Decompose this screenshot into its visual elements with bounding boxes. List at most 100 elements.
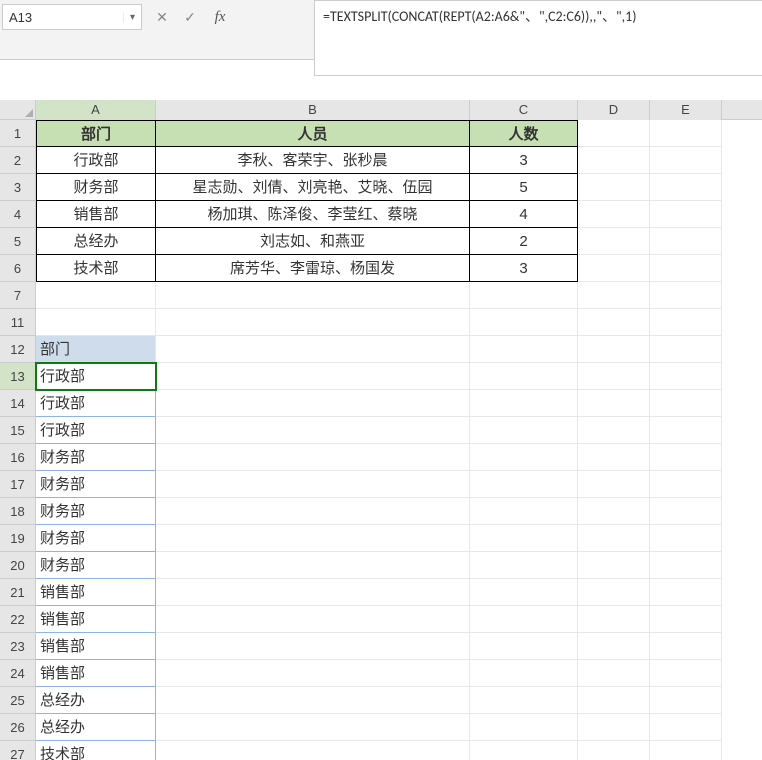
- cell-E20[interactable]: [650, 552, 722, 579]
- cell-C26[interactable]: [470, 714, 578, 741]
- cell-B25[interactable]: [156, 687, 470, 714]
- cell-B1[interactable]: 人员: [156, 120, 470, 147]
- cell-C4[interactable]: 4: [470, 201, 578, 228]
- row-header[interactable]: 3: [0, 174, 36, 201]
- cell-A4[interactable]: 销售部: [36, 201, 156, 228]
- cell-A24[interactable]: 销售部: [36, 660, 156, 687]
- cell-B17[interactable]: [156, 471, 470, 498]
- cell-C16[interactable]: [470, 444, 578, 471]
- cell-A7[interactable]: [36, 282, 156, 309]
- cell-D19[interactable]: [578, 525, 650, 552]
- cell-B4[interactable]: 杨加琪、陈泽俊、李莹红、蔡晓: [156, 201, 470, 228]
- cell-E22[interactable]: [650, 606, 722, 633]
- col-header-C[interactable]: C: [470, 100, 578, 120]
- col-header-A[interactable]: A: [36, 100, 156, 120]
- cell-E12[interactable]: [650, 336, 722, 363]
- cell-B14[interactable]: [156, 390, 470, 417]
- cell-C22[interactable]: [470, 606, 578, 633]
- row-header[interactable]: 13: [0, 363, 36, 390]
- cell-D21[interactable]: [578, 579, 650, 606]
- row-header[interactable]: 21: [0, 579, 36, 606]
- cell-E14[interactable]: [650, 390, 722, 417]
- cell-A6[interactable]: 技术部: [36, 255, 156, 282]
- row-header[interactable]: 7: [0, 282, 36, 309]
- row-header[interactable]: 2: [0, 147, 36, 174]
- cell-D5[interactable]: [578, 228, 650, 255]
- cell-D3[interactable]: [578, 174, 650, 201]
- cell-A16[interactable]: 财务部: [36, 444, 156, 471]
- cell-E6[interactable]: [650, 255, 722, 282]
- cell-A22[interactable]: 销售部: [36, 606, 156, 633]
- cell-D17[interactable]: [578, 471, 650, 498]
- cell-B15[interactable]: [156, 417, 470, 444]
- row-header[interactable]: 16: [0, 444, 36, 471]
- row-header[interactable]: 19: [0, 525, 36, 552]
- cell-A25[interactable]: 总经办: [36, 687, 156, 714]
- cell-C2[interactable]: 3: [470, 147, 578, 174]
- fx-icon[interactable]: fx: [208, 9, 232, 26]
- row-header[interactable]: 18: [0, 498, 36, 525]
- row-header[interactable]: 22: [0, 606, 36, 633]
- cell-B19[interactable]: [156, 525, 470, 552]
- cell-A2[interactable]: 行政部: [36, 147, 156, 174]
- cell-C27[interactable]: [470, 741, 578, 760]
- col-header-D[interactable]: D: [578, 100, 650, 120]
- cell-B11[interactable]: [156, 309, 470, 336]
- cell-E18[interactable]: [650, 498, 722, 525]
- cell-A1[interactable]: 部门: [36, 120, 156, 147]
- cell-A23[interactable]: 销售部: [36, 633, 156, 660]
- cell-E2[interactable]: [650, 147, 722, 174]
- cell-A13[interactable]: 行政部: [36, 363, 156, 390]
- cell-E23[interactable]: [650, 633, 722, 660]
- cell-A21[interactable]: 销售部: [36, 579, 156, 606]
- name-box-dropdown-icon[interactable]: ▾: [123, 12, 141, 23]
- accept-icon[interactable]: ✓: [180, 9, 200, 26]
- cell-D22[interactable]: [578, 606, 650, 633]
- row-header[interactable]: 6: [0, 255, 36, 282]
- cell-D12[interactable]: [578, 336, 650, 363]
- cell-C18[interactable]: [470, 498, 578, 525]
- cell-A19[interactable]: 财务部: [36, 525, 156, 552]
- spreadsheet-grid[interactable]: A B C D E 1 部门 人员 人数 2 行政部 李秋、客荣宇、张秒晨 3 …: [0, 100, 762, 760]
- row-header[interactable]: 20: [0, 552, 36, 579]
- cancel-icon[interactable]: ✕: [152, 9, 172, 26]
- cell-E13[interactable]: [650, 363, 722, 390]
- cell-C25[interactable]: [470, 687, 578, 714]
- cell-C6[interactable]: 3: [470, 255, 578, 282]
- cell-D26[interactable]: [578, 714, 650, 741]
- row-header[interactable]: 5: [0, 228, 36, 255]
- cell-B7[interactable]: [156, 282, 470, 309]
- cell-B12[interactable]: [156, 336, 470, 363]
- cell-A26[interactable]: 总经办: [36, 714, 156, 741]
- cell-B26[interactable]: [156, 714, 470, 741]
- cell-C14[interactable]: [470, 390, 578, 417]
- row-header[interactable]: 1: [0, 120, 36, 147]
- cell-A3[interactable]: 财务部: [36, 174, 156, 201]
- cell-A18[interactable]: 财务部: [36, 498, 156, 525]
- row-header[interactable]: 11: [0, 309, 36, 336]
- cell-B21[interactable]: [156, 579, 470, 606]
- cell-B24[interactable]: [156, 660, 470, 687]
- cell-E21[interactable]: [650, 579, 722, 606]
- cell-E5[interactable]: [650, 228, 722, 255]
- cell-E17[interactable]: [650, 471, 722, 498]
- cell-C15[interactable]: [470, 417, 578, 444]
- cell-C13[interactable]: [470, 363, 578, 390]
- cell-B18[interactable]: [156, 498, 470, 525]
- cell-E25[interactable]: [650, 687, 722, 714]
- col-header-E[interactable]: E: [650, 100, 722, 120]
- cell-B27[interactable]: [156, 741, 470, 760]
- cell-A17[interactable]: 财务部: [36, 471, 156, 498]
- cell-D11[interactable]: [578, 309, 650, 336]
- cell-E24[interactable]: [650, 660, 722, 687]
- cell-C12[interactable]: [470, 336, 578, 363]
- cell-E19[interactable]: [650, 525, 722, 552]
- cell-D27[interactable]: [578, 741, 650, 760]
- cell-D16[interactable]: [578, 444, 650, 471]
- row-header[interactable]: 14: [0, 390, 36, 417]
- cell-D25[interactable]: [578, 687, 650, 714]
- cell-A27[interactable]: 技术部: [36, 741, 156, 760]
- cell-B23[interactable]: [156, 633, 470, 660]
- cell-D24[interactable]: [578, 660, 650, 687]
- cell-B3[interactable]: 星志勋、刘倩、刘亮艳、艾晓、伍园: [156, 174, 470, 201]
